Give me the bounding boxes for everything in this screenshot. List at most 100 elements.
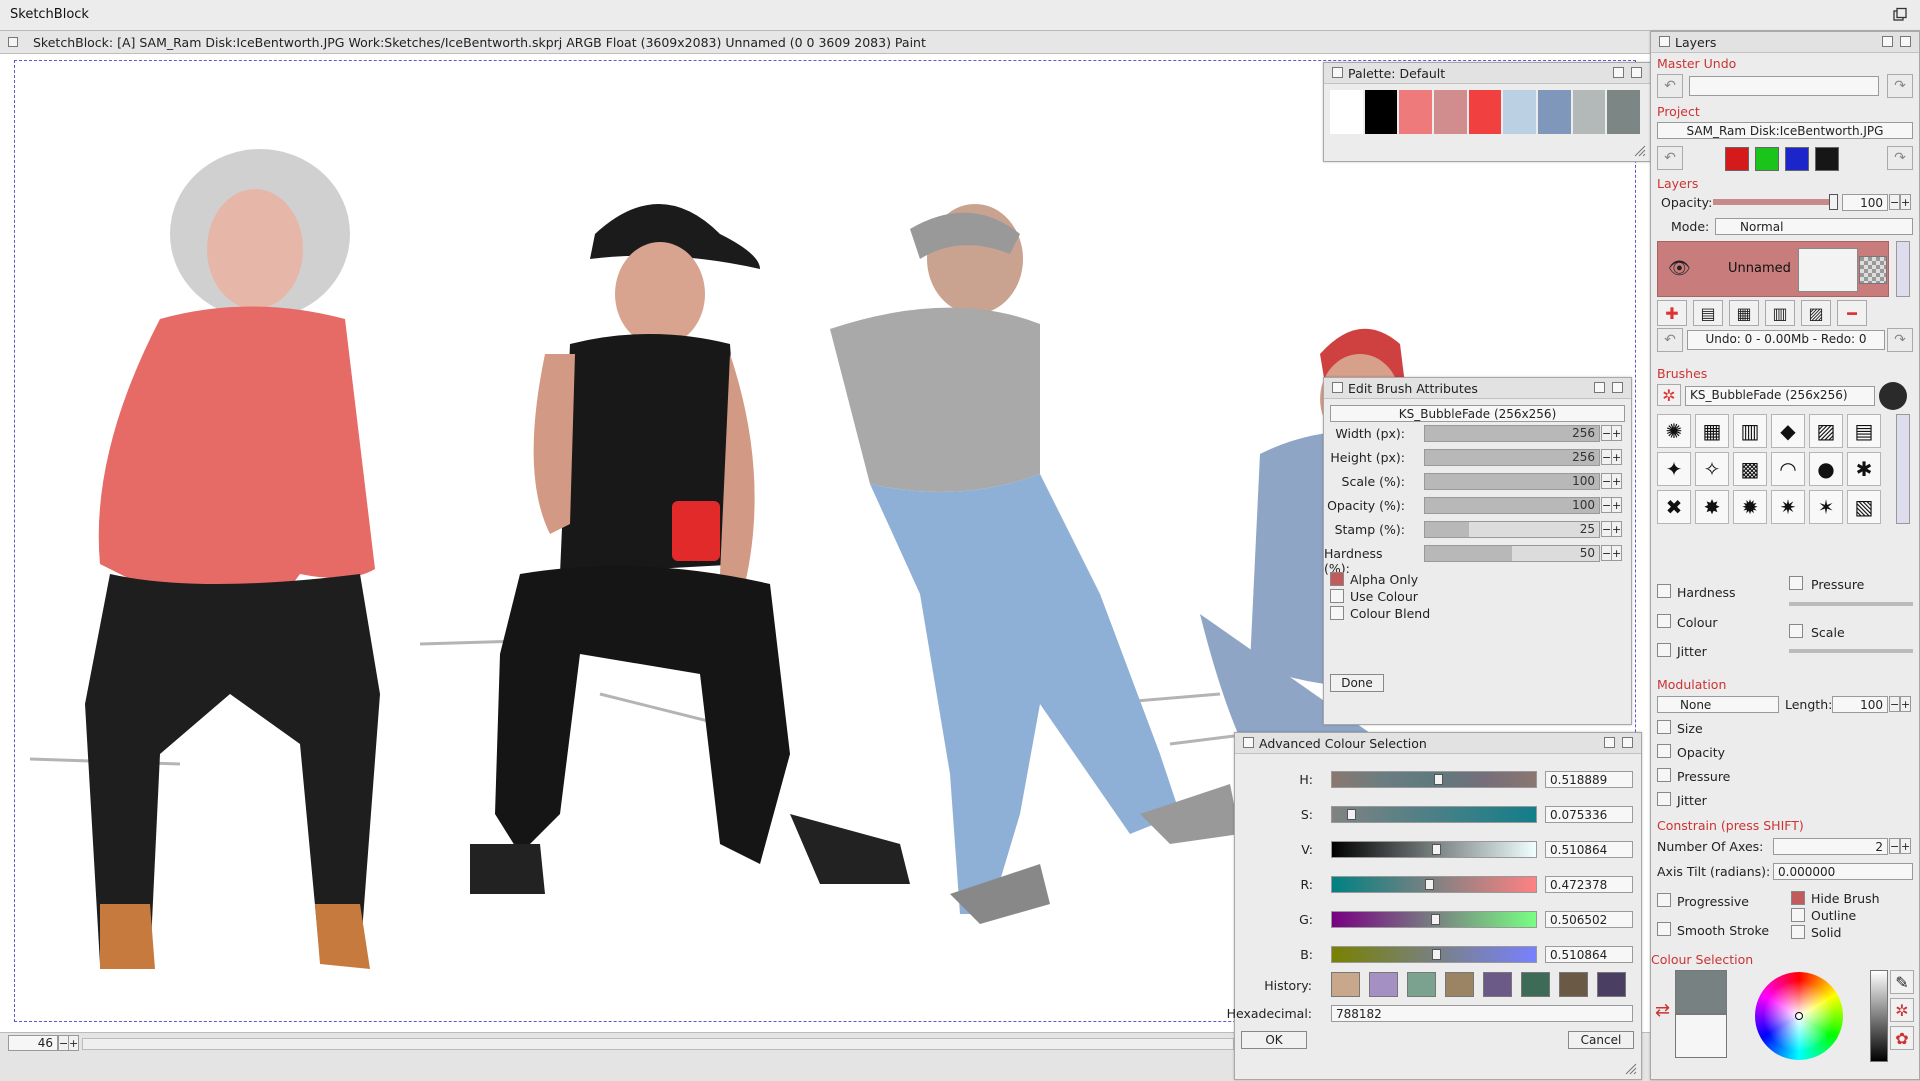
layer-opacity-knob[interactable]	[1829, 194, 1838, 210]
advanced-colour-float-icon[interactable]	[1604, 737, 1615, 748]
use-colour-checkbox[interactable]	[1330, 589, 1344, 603]
zoom-increase-button[interactable]: +	[68, 1035, 79, 1051]
colour-channel-slider[interactable]	[1331, 806, 1537, 823]
colour-channel-knob[interactable]	[1424, 879, 1434, 890]
colour-settings-gear-icon[interactable]: ✲	[1890, 998, 1914, 1022]
brush-preset-icon[interactable]: ▥	[1733, 414, 1767, 448]
history-swatch[interactable]	[1597, 972, 1626, 997]
master-undo-forward-button[interactable]: ↷	[1887, 74, 1913, 98]
brush-attr-slider[interactable]: 256	[1424, 449, 1600, 466]
modulation-dropdown[interactable]: None	[1657, 696, 1779, 713]
brush-preset-icon[interactable]: ▦	[1695, 414, 1729, 448]
maximize-icon[interactable]	[1892, 7, 1908, 23]
colour-checkbox[interactable]	[1657, 614, 1671, 628]
zoom-level-field[interactable]: 46	[8, 1035, 58, 1051]
mod-size-checkbox[interactable]	[1657, 720, 1671, 734]
brush-preset-icon[interactable]: ✦	[1657, 452, 1691, 486]
palette-swatch[interactable]	[1572, 90, 1606, 134]
flatten-layer-icon[interactable]: ▨	[1801, 300, 1831, 326]
axes-field[interactable]: 2	[1773, 838, 1888, 855]
layer-item-unnamed[interactable]: 👁 Unnamed	[1657, 241, 1889, 297]
resize-grip-icon[interactable]	[1625, 1063, 1637, 1075]
horizontal-scrollbar[interactable]	[82, 1038, 1234, 1050]
mod-opacity-checkbox[interactable]	[1657, 744, 1671, 758]
palette-swatch[interactable]	[1468, 90, 1502, 134]
brush-preset-icon[interactable]: ◆	[1771, 414, 1805, 448]
colour-blend-checkbox[interactable]	[1330, 606, 1344, 620]
layer-properties-icon[interactable]: ▥	[1765, 300, 1795, 326]
brush-preset-icon[interactable]: ✺	[1657, 414, 1691, 448]
colour-channel-knob[interactable]	[1432, 844, 1442, 855]
mode-dropdown[interactable]: Normal	[1715, 218, 1913, 235]
colour-channel-slider[interactable]	[1331, 911, 1537, 928]
value-slider[interactable]	[1870, 970, 1888, 1062]
length-field[interactable]: 100	[1832, 696, 1888, 713]
history-swatch[interactable]	[1483, 972, 1512, 997]
project-forward-button[interactable]: ↷	[1887, 146, 1913, 170]
layers-float-icon[interactable]	[1882, 36, 1893, 47]
background-colour-swatch[interactable]	[1675, 1014, 1727, 1058]
colour-channel-knob[interactable]	[1346, 809, 1356, 820]
colour-wheel[interactable]	[1755, 972, 1843, 1060]
brush-attr-slider[interactable]: 50	[1424, 545, 1600, 562]
brush-attributes-close-icon[interactable]	[1332, 382, 1343, 393]
brush-attr-increase[interactable]: +	[1611, 497, 1622, 513]
layer-undo-back-button[interactable]: ↶	[1657, 328, 1683, 352]
duplicate-layer-icon[interactable]: ▤	[1693, 300, 1723, 326]
delete-layer-button[interactable]: ━	[1837, 300, 1867, 326]
colour-channel-value[interactable]: 0.510864	[1545, 841, 1633, 858]
brush-preset-icon[interactable]: ✱	[1847, 452, 1881, 486]
colour-channel-slider[interactable]	[1331, 841, 1537, 858]
brush-preset-icon[interactable]: ◠	[1771, 452, 1805, 486]
palette-swatch[interactable]	[1607, 90, 1640, 134]
eyedropper-icon[interactable]: ✎	[1890, 970, 1914, 994]
jitter-checkbox[interactable]	[1657, 643, 1671, 657]
brush-attr-increase[interactable]: +	[1611, 545, 1622, 561]
alpha-only-checkbox[interactable]	[1330, 572, 1344, 586]
history-swatch[interactable]	[1521, 972, 1550, 997]
palette-float-icon[interactable]	[1613, 67, 1624, 78]
colour-channel-value[interactable]: 0.518889	[1545, 771, 1633, 788]
brush-attr-slider[interactable]: 100	[1424, 497, 1600, 514]
brush-preset-icon[interactable]: ✸	[1695, 490, 1729, 524]
layers-close-icon[interactable]	[1659, 36, 1670, 47]
scale-slider[interactable]	[1789, 649, 1913, 653]
colour-channel-knob[interactable]	[1433, 774, 1443, 785]
cancel-button[interactable]: Cancel	[1568, 1031, 1634, 1049]
brush-attributes-float-icon[interactable]	[1594, 382, 1605, 393]
history-swatch[interactable]	[1331, 972, 1360, 997]
brush-attr-slider[interactable]: 100	[1424, 473, 1600, 490]
history-swatch[interactable]	[1559, 972, 1588, 997]
swap-colours-icon[interactable]: ⇄	[1655, 1000, 1670, 1021]
palette-swatch[interactable]	[1399, 90, 1432, 134]
layer-opacity-field[interactable]: 100	[1842, 194, 1888, 211]
colour-channel-value[interactable]: 0.472378	[1545, 876, 1633, 893]
length-increase[interactable]: +	[1900, 696, 1911, 712]
add-layer-button[interactable]: ✚	[1657, 300, 1687, 326]
advanced-colour-close-icon[interactable]	[1243, 737, 1254, 748]
merge-layer-icon[interactable]: ▦	[1729, 300, 1759, 326]
pressure-checkbox[interactable]	[1789, 576, 1803, 590]
mod-jitter-checkbox[interactable]	[1657, 792, 1671, 806]
project-colour-swatch[interactable]	[1725, 147, 1749, 171]
project-colour-swatch[interactable]	[1815, 147, 1839, 171]
colour-channel-slider[interactable]	[1331, 876, 1537, 893]
brush-attributes-restore-icon[interactable]	[1612, 382, 1623, 393]
ok-button[interactable]: OK	[1241, 1031, 1307, 1049]
length-decrease[interactable]: −	[1889, 696, 1900, 712]
history-swatch[interactable]	[1369, 972, 1398, 997]
done-button[interactable]: Done	[1330, 674, 1384, 692]
history-swatch[interactable]	[1407, 972, 1436, 997]
brush-preset-icon[interactable]: ✧	[1695, 452, 1729, 486]
brush-selected-field[interactable]: KS_BubbleFade (256x256)	[1685, 386, 1875, 406]
solid-checkbox[interactable]	[1791, 925, 1805, 939]
layer-list-scrollbar[interactable]	[1896, 241, 1910, 297]
colour-channel-value[interactable]: 0.506502	[1545, 911, 1633, 928]
hardness-checkbox[interactable]	[1657, 584, 1671, 598]
brush-attr-increase[interactable]: +	[1611, 425, 1622, 441]
brush-attr-increase[interactable]: +	[1611, 521, 1622, 537]
palette-close-icon[interactable]	[1332, 67, 1343, 78]
brush-attr-slider[interactable]: 25	[1424, 521, 1600, 538]
layer-opacity-increase[interactable]: +	[1900, 194, 1911, 210]
project-back-button[interactable]: ↶	[1657, 146, 1683, 170]
